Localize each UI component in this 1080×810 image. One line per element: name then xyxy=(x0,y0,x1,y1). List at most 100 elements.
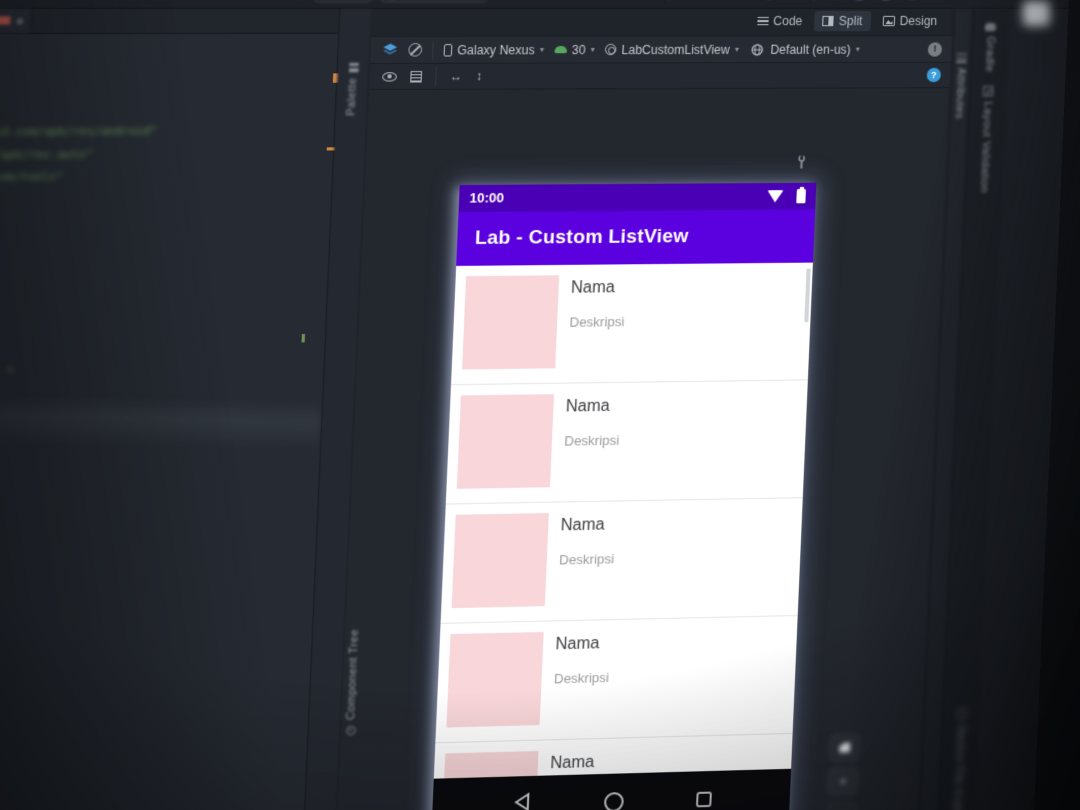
photo-of-ide: app ▾ Pixel 3 API 28 ▾ ▶ ↻ xyxy=(0,0,1080,810)
code-line: com/apk/res-auto" xyxy=(0,147,102,162)
list-item[interactable]: Nama Deskripsi xyxy=(440,498,803,624)
stop-icon[interactable]: ■ xyxy=(644,0,661,1)
editor-tabbar xyxy=(0,8,340,35)
tab-gradle[interactable]: Gradle xyxy=(971,22,1008,73)
design-surface[interactable]: 10:00 Lab - Custom ListView Nama Deskrip… xyxy=(335,88,951,810)
match-height-icon[interactable]: ↕ xyxy=(476,69,483,84)
project-structure-icon[interactable] xyxy=(799,0,816,1)
design-toolbar: Galaxy Nexus ▾ 30 ▾ LabCustomListView ▾ xyxy=(370,35,953,64)
list-view[interactable]: Nama Deskripsi Nama Deskripsi Nama Deskr… xyxy=(433,262,813,779)
device-preview[interactable]: 10:00 Lab - Custom ListView Nama Deskrip… xyxy=(431,182,817,810)
design-pane: Code Split Design Galaxy Nexus ▾ 30 ▾ La… xyxy=(335,8,954,810)
item-description: Deskripsi xyxy=(564,432,620,449)
profiler-icon[interactable] xyxy=(619,0,636,1)
tab-design[interactable]: Design xyxy=(874,11,946,31)
attach-debugger-icon[interactable] xyxy=(595,0,612,1)
theme-icon xyxy=(604,43,617,56)
design-toolbar-secondary: ↔ ↕ ? xyxy=(369,62,952,90)
debug-icon[interactable] xyxy=(570,0,587,1)
gradle-label: Gradle xyxy=(982,36,997,73)
run-controls: app ▾ Pixel 3 API 28 ▾ ▶ ↻ xyxy=(289,0,661,4)
item-name: Nama xyxy=(560,516,605,535)
item-description: Deskripsi xyxy=(558,551,615,568)
tab-component-tree[interactable]: Component Tree xyxy=(344,629,361,735)
tab-code[interactable]: Code xyxy=(749,11,811,32)
item-image xyxy=(451,513,549,609)
close-icon[interactable] xyxy=(16,18,24,25)
avd-manager-icon[interactable] xyxy=(852,0,869,1)
tab-layout-validation[interactable]: Layout Validation xyxy=(966,86,1006,193)
vcs-commit-icon[interactable]: ✓ xyxy=(734,0,751,1)
split-icon xyxy=(822,15,834,27)
zoom-controls: + − xyxy=(825,733,861,810)
orientation-icon[interactable] xyxy=(408,43,423,57)
tab-device-file-explorer[interactable]: Device File Explorer xyxy=(938,707,978,810)
app-bar: Lab - Custom ListView xyxy=(456,209,816,266)
code-line: id.com/tools" xyxy=(0,169,73,184)
wrench-icon[interactable] xyxy=(795,155,807,175)
home-button[interactable] xyxy=(603,791,625,810)
run-config-select[interactable]: app ▾ xyxy=(314,0,373,3)
globe-icon xyxy=(749,41,766,57)
run-button[interactable]: ▶ xyxy=(496,0,513,1)
sdk-manager-icon[interactable] xyxy=(904,0,921,1)
chevron-down-icon: ▾ xyxy=(590,44,596,55)
item-image xyxy=(456,394,555,489)
warning-icon xyxy=(165,126,166,138)
editor-tab[interactable] xyxy=(0,8,33,34)
chevron-down-icon: ▾ xyxy=(734,44,740,54)
locale-select[interactable]: Default (en-us) ▾ xyxy=(749,41,860,58)
code-icon xyxy=(756,16,769,26)
search-icon[interactable] xyxy=(930,0,947,1)
tab-split[interactable]: Split xyxy=(814,10,871,32)
vcs-update-icon[interactable]: ↙ xyxy=(708,0,725,1)
code-line: Text"⚠ xyxy=(0,362,14,376)
screen-glare xyxy=(0,396,323,450)
toolbar-right xyxy=(799,0,947,4)
item-name: Nama xyxy=(565,397,611,416)
device-file-explorer-icon xyxy=(956,707,966,720)
blueprint-mode-icon[interactable] xyxy=(410,70,423,83)
list-item[interactable]: Nama Deskripsi xyxy=(445,380,808,505)
recents-button[interactable] xyxy=(695,791,712,808)
android-icon xyxy=(554,45,567,54)
workspace: droid.com/apk/res/android" com/apk/res-au… xyxy=(0,8,1068,810)
item-description: Deskripsi xyxy=(553,669,610,687)
app-title: Lab - Custom ListView xyxy=(474,225,690,250)
zoom-fit-button[interactable] xyxy=(828,733,861,762)
view-options-icon[interactable] xyxy=(382,71,398,82)
apply-changes-icon[interactable]: ↻ xyxy=(521,0,538,1)
editor-mode-row: Code Split Design xyxy=(371,8,954,36)
device-file-explorer-label: Device File Explorer xyxy=(949,724,967,810)
item-image xyxy=(446,631,544,728)
zoom-in-button[interactable]: + xyxy=(827,766,859,796)
preview-device-select[interactable]: Galaxy Nexus ▾ xyxy=(443,42,545,57)
zoom-out-button[interactable]: − xyxy=(825,800,858,810)
warning-icon xyxy=(101,150,102,162)
warning-icon xyxy=(0,343,1,355)
layers-icon[interactable] xyxy=(381,42,398,59)
code-line: droid.com/apk/res/android" xyxy=(0,124,166,139)
terminal-icon[interactable] xyxy=(825,0,842,1)
render-issues-icon[interactable]: ! xyxy=(927,41,943,57)
device-manager-icon[interactable] xyxy=(878,0,895,1)
help-icon[interactable]: ? xyxy=(926,67,942,83)
match-width-icon[interactable]: ↔ xyxy=(450,69,463,84)
item-description: Deskripsi xyxy=(569,313,625,330)
warning-icon xyxy=(72,172,73,184)
tab-palette[interactable]: Palette xyxy=(336,62,370,116)
theme-select[interactable]: LabCustomListView ▾ xyxy=(604,42,740,57)
main-toolbar: app ▾ Pixel 3 API 28 ▾ ▶ ↻ xyxy=(0,0,1070,9)
wifi-icon xyxy=(766,190,784,203)
history-icon[interactable] xyxy=(761,0,778,1)
apply-code-changes-icon[interactable] xyxy=(545,0,562,1)
list-item[interactable]: Nama Deskripsi xyxy=(435,616,798,744)
item-name: Nama xyxy=(555,634,600,654)
list-item[interactable]: Nama Deskripsi xyxy=(450,262,813,386)
layout-validation-icon xyxy=(982,86,993,97)
back-button[interactable] xyxy=(512,791,532,810)
phone-icon xyxy=(443,43,453,57)
palette-icon xyxy=(348,62,359,73)
device-select[interactable]: Pixel 3 API 28 ▾ xyxy=(379,0,489,3)
api-level-select[interactable]: 30 ▾ xyxy=(554,42,595,57)
